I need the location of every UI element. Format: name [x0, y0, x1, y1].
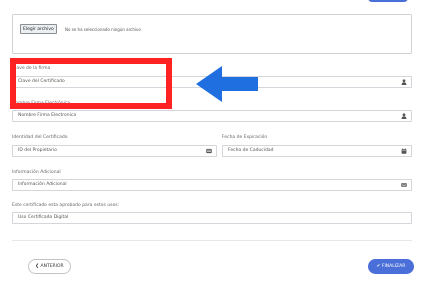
uso-placeholder: Uso Certificado Digital	[18, 215, 69, 220]
info-label: Información Adicional	[12, 170, 61, 175]
finish-label: FINALIZAR	[381, 264, 406, 269]
identidad-placeholder: ID del Propietario	[18, 148, 57, 153]
info-input[interactable]: Información Adicional	[12, 179, 412, 191]
previous-label: ANTERIOR	[40, 264, 64, 269]
uso-label: Este certificado esta aprobado para esto…	[12, 203, 120, 208]
uso-input[interactable]: Uso Certificado Digital	[12, 212, 412, 224]
arrow-left-icon	[196, 66, 258, 102]
chevron-left-icon: ❮	[35, 264, 40, 269]
fecha-placeholder: Fecha de Caducidad	[228, 148, 274, 153]
user-icon	[401, 79, 407, 85]
file-upload-area	[12, 14, 412, 54]
finish-button[interactable]: ✔ FINALIZAR	[368, 259, 414, 274]
fecha-label: Fecha de Expiración	[222, 135, 268, 140]
no-file-text: No se ha seleccionado ningún archivo	[65, 27, 141, 32]
user-icon	[401, 113, 407, 119]
info-placeholder: Información Adicional	[18, 182, 67, 187]
nombre-placeholder: Nombre Firma Electronica	[18, 113, 77, 118]
previous-button[interactable]: ❮ ANTERIOR	[28, 259, 71, 274]
fecha-input[interactable]: Fecha de Caducidad	[222, 145, 412, 157]
highlight-box	[10, 58, 172, 109]
top-action-button[interactable]	[368, 0, 408, 2]
identidad-label: Identidad del Certificado	[12, 135, 68, 140]
choose-file-button[interactable]: Elegir archivo	[20, 24, 57, 34]
calendar-icon	[401, 148, 407, 154]
id-card-icon	[206, 148, 212, 154]
identidad-input[interactable]: ID del Propietario	[12, 145, 217, 157]
check-icon: ✔	[376, 264, 381, 269]
keyboard-icon	[401, 183, 407, 187]
nombre-input[interactable]: Nombre Firma Electronica	[12, 110, 412, 122]
footer-divider	[12, 240, 412, 241]
